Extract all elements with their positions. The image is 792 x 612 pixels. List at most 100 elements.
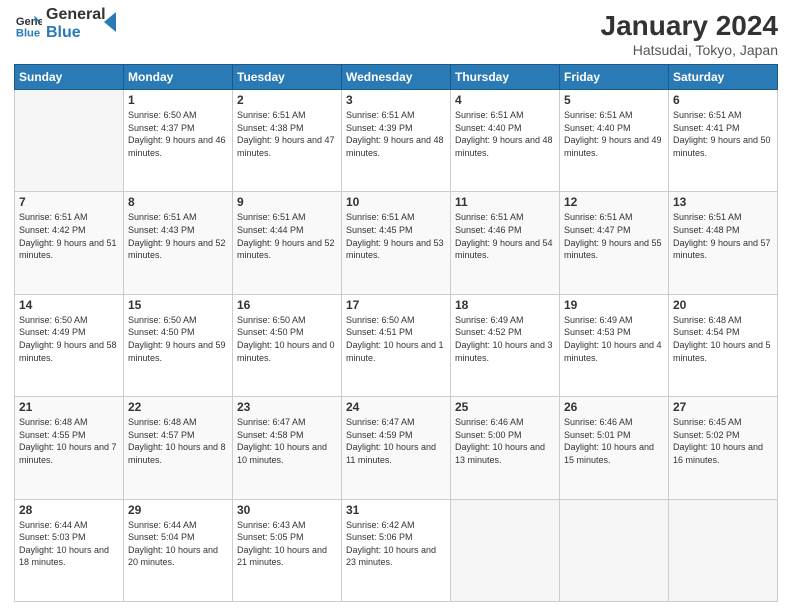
calendar-cell: 18Sunrise: 6:49 AMSunset: 4:52 PMDayligh… (451, 294, 560, 396)
logo: General Blue General Blue (14, 10, 124, 41)
day-number: 13 (673, 195, 773, 209)
day-info: Sunrise: 6:49 AMSunset: 4:53 PMDaylight:… (564, 314, 664, 364)
day-number: 27 (673, 400, 773, 414)
calendar-table: SundayMondayTuesdayWednesdayThursdayFrid… (14, 64, 778, 602)
day-number: 6 (673, 93, 773, 107)
day-info: Sunrise: 6:45 AMSunset: 5:02 PMDaylight:… (673, 416, 773, 466)
calendar-cell (15, 90, 124, 192)
calendar-cell: 3 Sunrise: 6:51 AMSunset: 4:39 PMDaylight… (342, 90, 451, 192)
day-number: 31 (346, 503, 446, 517)
day-number: 24 (346, 400, 446, 414)
calendar-cell: 2 Sunrise: 6:51 AMSunset: 4:38 PMDaylight… (233, 90, 342, 192)
calendar-cell: 12 Sunrise: 6:51 AMSunset: 4:47 PMDayligh… (560, 192, 669, 294)
day-info: Sunrise: 6:48 AMSunset: 4:55 PMDaylight:… (19, 416, 119, 466)
calendar-cell: 21Sunrise: 6:48 AMSunset: 4:55 PMDayligh… (15, 397, 124, 499)
calendar-cell: 25Sunrise: 6:46 AMSunset: 5:00 PMDayligh… (451, 397, 560, 499)
day-info: Sunrise: 6:51 AMSunset: 4:48 PMDaylight:… (673, 211, 773, 261)
page: General Blue General Blue January 2024 H… (0, 0, 792, 612)
day-number: 2 (237, 93, 337, 107)
calendar-cell: 7 Sunrise: 6:51 AMSunset: 4:42 PMDaylight… (15, 192, 124, 294)
day-number: 11 (455, 195, 555, 209)
logo-blue: Blue (46, 24, 106, 42)
day-number: 22 (128, 400, 228, 414)
day-info: Sunrise: 6:51 AMSunset: 4:40 PMDaylight:… (455, 109, 555, 159)
day-info: Sunrise: 6:51 AMSunset: 4:43 PMDaylight:… (128, 211, 228, 261)
day-info: Sunrise: 6:51 AMSunset: 4:45 PMDaylight:… (346, 211, 446, 261)
svg-text:Blue: Blue (16, 27, 40, 39)
day-info: Sunrise: 6:51 AMSunset: 4:41 PMDaylight:… (673, 109, 773, 159)
day-number: 4 (455, 93, 555, 107)
day-number: 17 (346, 298, 446, 312)
calendar-week-row: 1Sunrise: 6:50 AMSunset: 4:37 PMDaylight… (15, 90, 778, 192)
calendar-header-thursday: Thursday (451, 65, 560, 90)
calendar-cell: 15 Sunrise: 6:50 AMSunset: 4:50 PMDayligh… (124, 294, 233, 396)
day-info: Sunrise: 6:44 AMSunset: 5:03 PMDaylight:… (19, 519, 119, 569)
day-info: Sunrise: 6:50 AMSunset: 4:50 PMDaylight:… (128, 314, 228, 364)
calendar-cell: 13 Sunrise: 6:51 AMSunset: 4:48 PMDayligh… (669, 192, 778, 294)
calendar-header-friday: Friday (560, 65, 669, 90)
day-info: Sunrise: 6:51 AMSunset: 4:39 PMDaylight:… (346, 109, 446, 159)
calendar-cell (560, 499, 669, 601)
day-info: Sunrise: 6:47 AMSunset: 4:59 PMDaylight:… (346, 416, 446, 466)
day-number: 16 (237, 298, 337, 312)
calendar-cell: 26 Sunrise: 6:46 AMSunset: 5:01 PMDayligh… (560, 397, 669, 499)
calendar-header-monday: Monday (124, 65, 233, 90)
calendar-cell: 23Sunrise: 6:47 AMSunset: 4:58 PMDayligh… (233, 397, 342, 499)
calendar-cell: 9 Sunrise: 6:51 AMSunset: 4:44 PMDaylight… (233, 192, 342, 294)
day-number: 10 (346, 195, 446, 209)
calendar-cell: 27 Sunrise: 6:45 AMSunset: 5:02 PMDayligh… (669, 397, 778, 499)
day-number: 3 (346, 93, 446, 107)
day-info: Sunrise: 6:51 AMSunset: 4:46 PMDaylight:… (455, 211, 555, 261)
day-info: Sunrise: 6:43 AMSunset: 5:05 PMDaylight:… (237, 519, 337, 569)
calendar-cell: 4 Sunrise: 6:51 AMSunset: 4:40 PMDaylight… (451, 90, 560, 192)
calendar-header-tuesday: Tuesday (233, 65, 342, 90)
day-number: 26 (564, 400, 664, 414)
main-title: January 2024 (601, 10, 778, 42)
day-info: Sunrise: 6:48 AMSunset: 4:57 PMDaylight:… (128, 416, 228, 466)
day-info: Sunrise: 6:51 AMSunset: 4:42 PMDaylight:… (19, 211, 119, 261)
day-number: 23 (237, 400, 337, 414)
calendar-week-row: 21Sunrise: 6:48 AMSunset: 4:55 PMDayligh… (15, 397, 778, 499)
logo-triangle-icon (104, 12, 124, 32)
calendar-cell: 22 Sunrise: 6:48 AMSunset: 4:57 PMDayligh… (124, 397, 233, 499)
day-number: 8 (128, 195, 228, 209)
calendar-cell (669, 499, 778, 601)
day-info: Sunrise: 6:51 AMSunset: 4:40 PMDaylight:… (564, 109, 664, 159)
day-info: Sunrise: 6:44 AMSunset: 5:04 PMDaylight:… (128, 519, 228, 569)
calendar-cell: 8 Sunrise: 6:51 AMSunset: 4:43 PMDaylight… (124, 192, 233, 294)
day-info: Sunrise: 6:49 AMSunset: 4:52 PMDaylight:… (455, 314, 555, 364)
day-info: Sunrise: 6:50 AMSunset: 4:49 PMDaylight:… (19, 314, 119, 364)
calendar-week-row: 14 Sunrise: 6:50 AMSunset: 4:49 PMDayligh… (15, 294, 778, 396)
calendar-header-saturday: Saturday (669, 65, 778, 90)
day-number: 12 (564, 195, 664, 209)
day-info: Sunrise: 6:48 AMSunset: 4:54 PMDaylight:… (673, 314, 773, 364)
calendar-cell: 31 Sunrise: 6:42 AMSunset: 5:06 PMDayligh… (342, 499, 451, 601)
day-number: 14 (19, 298, 119, 312)
day-number: 20 (673, 298, 773, 312)
calendar-week-row: 28Sunrise: 6:44 AMSunset: 5:03 PMDayligh… (15, 499, 778, 601)
day-info: Sunrise: 6:46 AMSunset: 5:01 PMDaylight:… (564, 416, 664, 466)
day-info: Sunrise: 6:51 AMSunset: 4:47 PMDaylight:… (564, 211, 664, 261)
day-number: 7 (19, 195, 119, 209)
day-number: 15 (128, 298, 228, 312)
calendar-cell: 30Sunrise: 6:43 AMSunset: 5:05 PMDayligh… (233, 499, 342, 601)
day-info: Sunrise: 6:51 AMSunset: 4:38 PMDaylight:… (237, 109, 337, 159)
calendar-cell: 17Sunrise: 6:50 AMSunset: 4:51 PMDayligh… (342, 294, 451, 396)
calendar-cell: 20 Sunrise: 6:48 AMSunset: 4:54 PMDayligh… (669, 294, 778, 396)
calendar-cell: 10 Sunrise: 6:51 AMSunset: 4:45 PMDayligh… (342, 192, 451, 294)
subtitle: Hatsudai, Tokyo, Japan (601, 42, 778, 58)
calendar-cell (451, 499, 560, 601)
day-info: Sunrise: 6:50 AMSunset: 4:37 PMDaylight:… (128, 109, 228, 159)
logo-general: General (46, 6, 106, 24)
day-number: 25 (455, 400, 555, 414)
day-number: 9 (237, 195, 337, 209)
day-info: Sunrise: 6:42 AMSunset: 5:06 PMDaylight:… (346, 519, 446, 569)
day-number: 5 (564, 93, 664, 107)
calendar-cell: 1Sunrise: 6:50 AMSunset: 4:37 PMDaylight… (124, 90, 233, 192)
title-block: January 2024 Hatsudai, Tokyo, Japan (601, 10, 778, 58)
calendar-cell: 24 Sunrise: 6:47 AMSunset: 4:59 PMDayligh… (342, 397, 451, 499)
calendar-cell: 29Sunrise: 6:44 AMSunset: 5:04 PMDayligh… (124, 499, 233, 601)
calendar-cell: 6 Sunrise: 6:51 AMSunset: 4:41 PMDaylight… (669, 90, 778, 192)
day-info: Sunrise: 6:50 AMSunset: 4:50 PMDaylight:… (237, 314, 337, 364)
day-info: Sunrise: 6:51 AMSunset: 4:44 PMDaylight:… (237, 211, 337, 261)
